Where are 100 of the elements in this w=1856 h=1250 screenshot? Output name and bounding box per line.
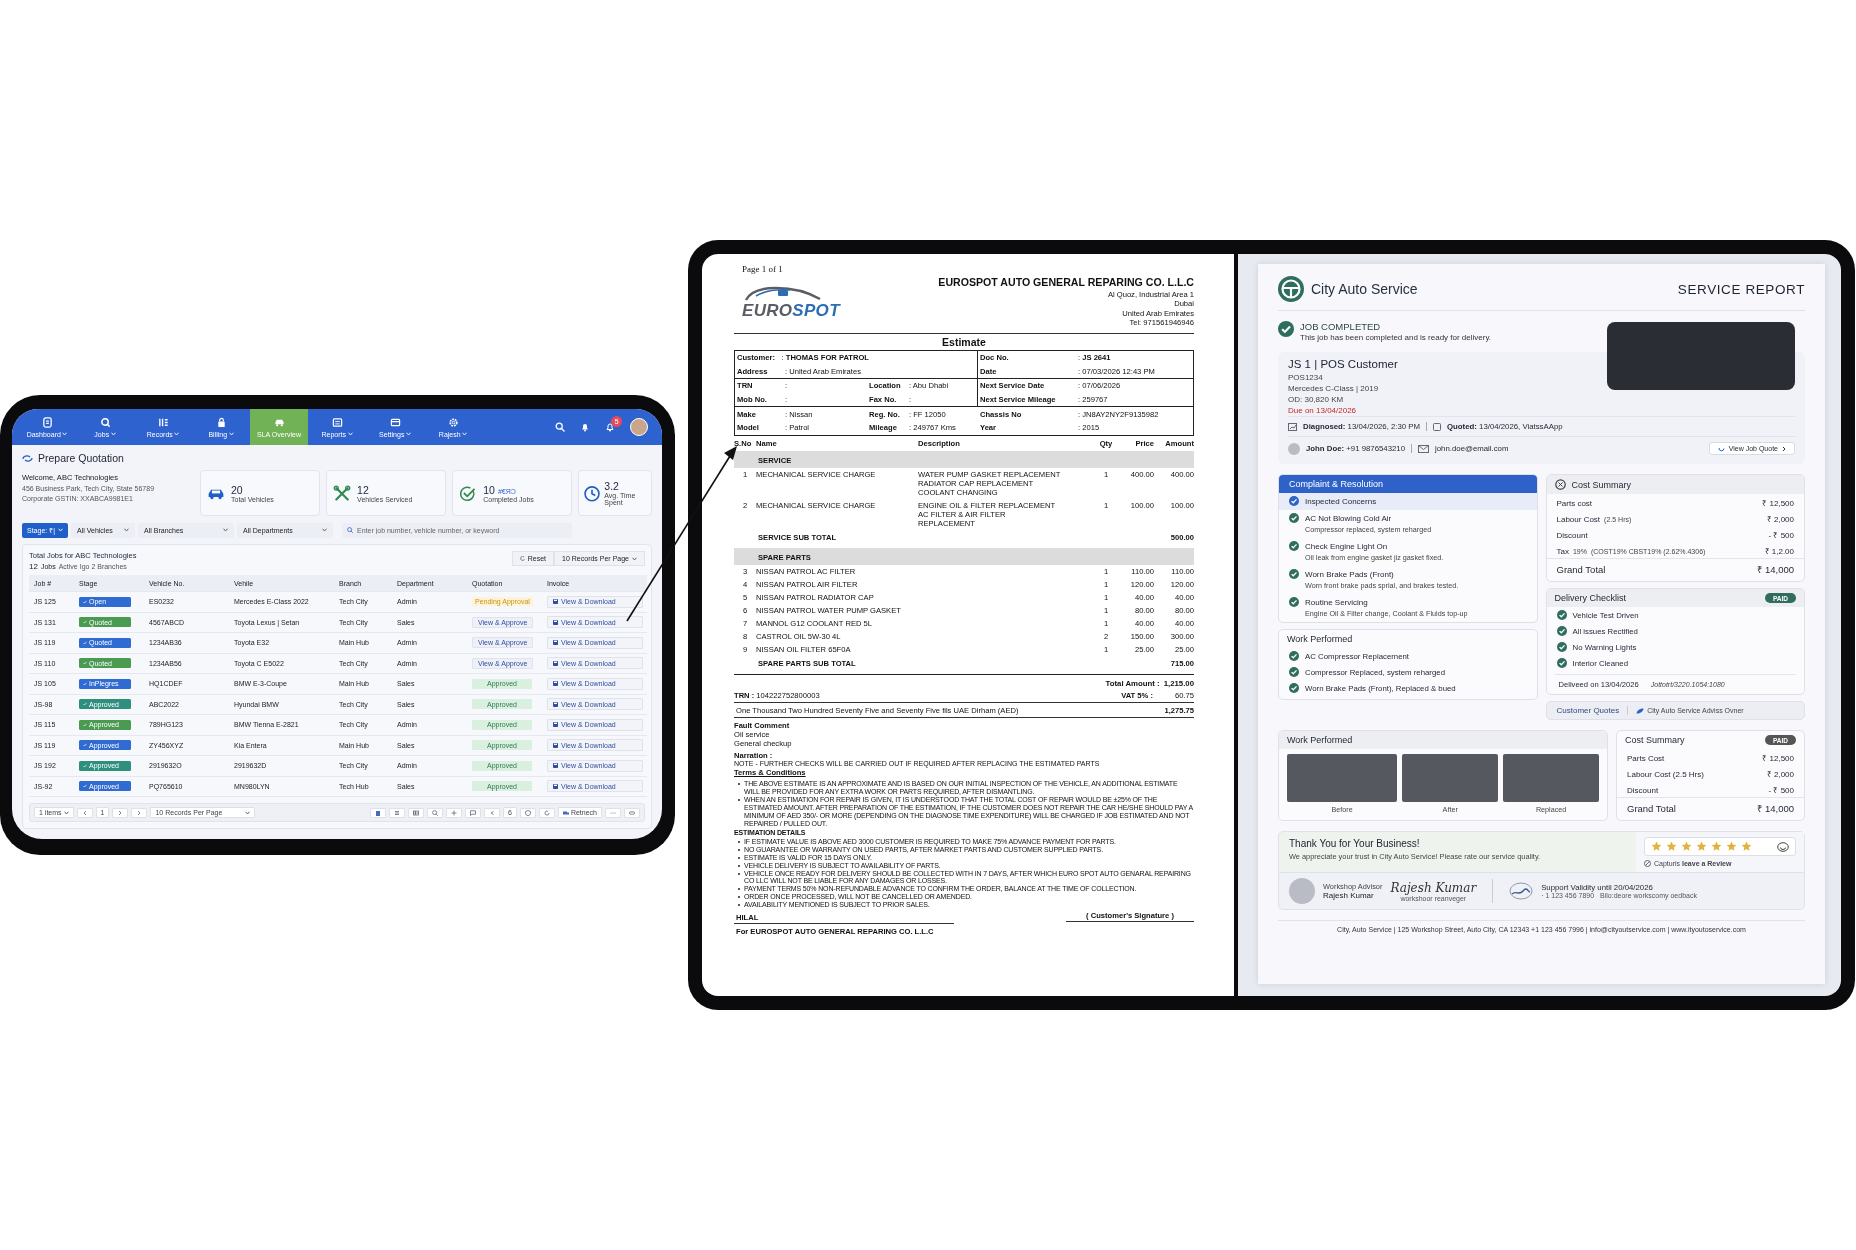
search-button[interactable] — [427, 807, 443, 818]
star-icon — [1651, 841, 1662, 853]
save-icon — [553, 660, 558, 666]
caret-icon — [322, 528, 327, 532]
list-icon — [394, 809, 400, 816]
due-date: Due on 13/04/2026 — [1288, 405, 1358, 417]
save-icon — [553, 722, 558, 728]
report-title: SERVICE REPORT — [1677, 281, 1805, 297]
check-icon — [459, 484, 478, 502]
clipboard-icon — [375, 809, 381, 816]
chevron-left-button[interactable] — [76, 807, 93, 818]
star-icon — [1726, 841, 1737, 853]
avatar-icon — [1288, 442, 1300, 455]
table-button[interactable] — [408, 807, 424, 818]
plus-button[interactable] — [446, 807, 462, 818]
chat-button[interactable] — [465, 807, 481, 818]
customer-quotes-link[interactable]: Customer Quotes — [1556, 706, 1629, 716]
chevron-right-button[interactable] — [131, 807, 148, 818]
complaint-title: Worn Brake Pads (Front) — [1305, 569, 1394, 579]
user-avatar[interactable] — [630, 418, 648, 436]
caret-icon — [110, 432, 116, 436]
status-title: JOB COMPLETED — [1300, 321, 1382, 332]
chevron-right-icon — [136, 809, 143, 816]
bars-icon — [157, 416, 169, 428]
undo-icon — [489, 809, 495, 816]
chevron-left-icon — [81, 809, 88, 816]
check-icon — [1289, 667, 1299, 678]
refresh-button[interactable] — [538, 807, 555, 818]
complaint-title: AC Not Blowing Cold Air — [1305, 513, 1392, 523]
card-title: Work Performed — [1287, 634, 1353, 645]
cost-value: ₹ 14,000 — [1757, 563, 1794, 577]
cost-value: ₹ 2,000 — [1766, 768, 1794, 779]
save-icon — [553, 701, 558, 707]
chat-icon — [470, 809, 476, 816]
caret-icon — [632, 556, 637, 561]
check-icon — [1556, 642, 1567, 653]
star-icon — [1681, 841, 1692, 853]
chart-icon — [1288, 422, 1297, 431]
job-count: 12 — [29, 562, 38, 571]
check-icon — [1289, 651, 1299, 662]
cost-value: ₹ 2,000 — [1766, 513, 1794, 524]
search-icon — [555, 422, 565, 432]
odometer-reading: OD: 30,820 KM — [1288, 394, 1345, 406]
star-rating[interactable] — [1651, 841, 1752, 853]
cost-value: ₹ 14,000 — [1757, 802, 1794, 816]
check-icon — [1289, 597, 1299, 608]
star-icon — [1696, 841, 1707, 853]
shield-button[interactable] — [519, 807, 536, 818]
more-button[interactable] — [605, 807, 621, 818]
toggle-button[interactable] — [624, 807, 640, 818]
clock-icon — [583, 484, 602, 502]
steering-wheel-icon — [1278, 276, 1304, 302]
check-icon — [1289, 683, 1299, 694]
advisor-name: Rajesh Kumar — [1323, 891, 1375, 901]
thanks-title: Thank You for Your Business! — [1289, 838, 1421, 850]
caret-icon — [62, 432, 68, 436]
vehicle-model: Mercedes C-Class | 2019 — [1288, 383, 1380, 395]
caret-icon — [347, 432, 353, 436]
cost-value: - ₹ 500 — [1768, 529, 1794, 540]
caret-icon — [405, 432, 411, 436]
bell-icon — [580, 422, 590, 432]
stat-value: 20 — [231, 483, 243, 496]
cost-label: Labour Cost (2.5 Hrs) — [1627, 769, 1704, 779]
card-title: Delivery Checklist — [1554, 593, 1627, 604]
cost-label: Parts Cost — [1627, 753, 1665, 763]
cost-value: - ₹ 500 — [1768, 784, 1794, 795]
bell-icon — [605, 422, 615, 432]
cost-value: ₹ 12,500 — [1762, 497, 1794, 508]
caret-icon — [228, 432, 234, 436]
company-name: EUROSPOT AUTO GENERAL REPARING CO. L.L.C — [938, 276, 1194, 288]
check-icon — [1289, 496, 1299, 507]
chevron-right-button[interactable] — [112, 807, 129, 818]
smiley-icon — [1777, 841, 1789, 852]
card-title: Cost Summary — [1625, 735, 1685, 746]
cost-value: ₹ 1,2.00 — [1764, 545, 1794, 556]
chevron-right-icon — [1782, 445, 1786, 452]
wave-logo-icon — [1509, 882, 1534, 901]
save-icon — [553, 619, 558, 625]
complaint-title: Inspected Concerns — [1305, 496, 1377, 506]
search-icon — [99, 416, 111, 428]
clipboard-button[interactable] — [370, 807, 386, 818]
vehicle-plate: POS1234 — [1288, 372, 1324, 384]
page-number: Page 1 of 1 — [742, 264, 784, 274]
check-icon — [1289, 569, 1299, 580]
reset-icon — [519, 556, 525, 561]
star-icon — [1711, 841, 1722, 853]
caret-icon — [174, 432, 180, 436]
list-button[interactable] — [389, 807, 405, 818]
complaint-title: Check Engine Light On — [1305, 541, 1388, 551]
page-title: Prepare Quotation — [38, 452, 124, 464]
brand-name: City Auto Service — [1311, 281, 1418, 297]
cost-value: ₹ 12,500 — [1762, 752, 1794, 763]
star-icon — [1741, 841, 1752, 853]
leaf-icon — [1636, 707, 1645, 714]
tools-icon — [333, 484, 352, 502]
check-icon — [1289, 541, 1299, 552]
window-icon — [331, 416, 343, 428]
check-icon — [1556, 610, 1567, 621]
undo-button[interactable] — [484, 807, 500, 818]
cost-label: Discount — [1627, 785, 1659, 795]
